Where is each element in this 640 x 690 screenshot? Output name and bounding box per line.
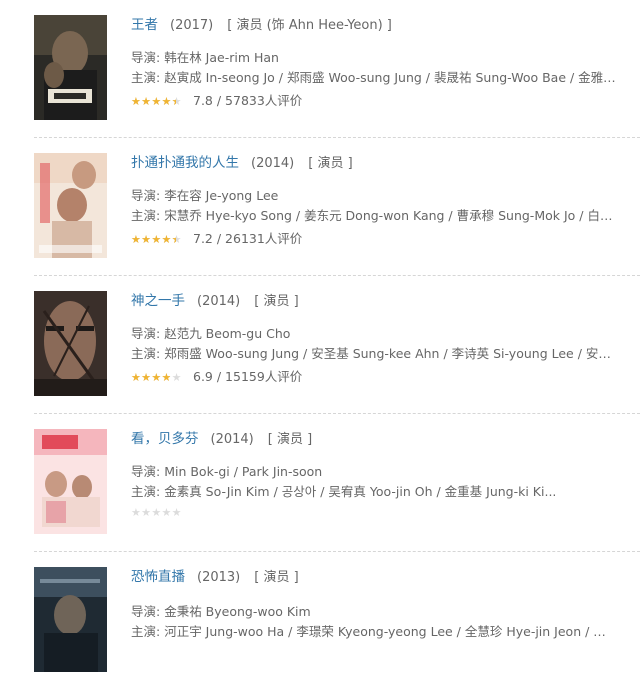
cast-value: 河正宇 Jung-woo Ha / 李璟荣 Kyeong-yeong Lee /… <box>164 624 617 639</box>
movie-year: (2013) <box>197 570 241 585</box>
director-value: 李在容 Je-yong Lee <box>164 188 279 203</box>
title-row: 扑通扑通我的人生 (2014) [ 演员 ] <box>131 155 353 172</box>
movie-year: (2014) <box>210 432 254 447</box>
role-label: [ 演员 ] <box>308 156 353 171</box>
cast-value: 郑雨盛 Woo-sung Jung / 安圣基 Sung-kee Ahn / 李… <box>164 346 617 361</box>
movie-title-link[interactable]: 王者 <box>131 17 158 33</box>
cast-value: 宋慧乔 Hye-kyo Song / 姜东元 Dong-won Kang / 曹… <box>164 208 617 223</box>
poster-image[interactable] <box>34 153 107 258</box>
cast-label: 主演: <box>131 70 161 85</box>
director-label: 导演: <box>131 326 161 341</box>
rating: ★★★★★★★★★★ 7.2 / 26131人评价 <box>131 231 302 247</box>
cast-line: 主演: 金素真 So-Jin Kim / 공상아 / 吴宥真 Yoo-jin O… <box>131 484 617 500</box>
director-label: 导演: <box>131 50 161 65</box>
movie-title-link[interactable]: 看，贝多芬 <box>131 431 199 447</box>
role-label: [ 演员 ] <box>254 294 299 309</box>
rating: ★★★★★★★★★★ 6.9 / 15159人评价 <box>131 369 302 385</box>
rating-stars-icon: ★★★★★★★★★★ <box>131 95 182 107</box>
role-label: [ 演员 ] <box>267 432 313 447</box>
cast-label: 主演: <box>131 208 161 223</box>
director-label: 导演: <box>131 464 161 479</box>
movie-title-link[interactable]: 神之一手 <box>131 293 185 309</box>
poster-image[interactable] <box>34 15 107 120</box>
cast-line: 主演: 郑雨盛 Woo-sung Jung / 安圣基 Sung-kee Ahn… <box>131 346 617 362</box>
role-label: [ 演员 ] <box>254 570 299 585</box>
movie-year: (2014) <box>251 156 295 171</box>
director-value: 韩在林 Jae-rim Han <box>164 50 279 65</box>
cast-value: 金素真 So-Jin Kim / 공상아 / 吴宥真 Yoo-jin Oh / … <box>164 484 557 499</box>
rating-stars-icon: ★★★★★★★★★★ <box>131 233 182 245</box>
rating-text: 7.2 / 26131人评价 <box>193 231 303 246</box>
director-line: 导演: 韩在林 Jae-rim Han <box>131 50 617 66</box>
director-value: 金秉祐 Byeong-woo Kim <box>164 604 311 619</box>
rating-text: 7.8 / 57833人评价 <box>193 93 303 108</box>
rating-text: 6.9 / 15159人评价 <box>193 369 303 384</box>
title-row: 看，贝多芬 (2014) [ 演员 ] <box>131 431 312 448</box>
director-value: Min Bok-gi / Park Jin-soon <box>164 464 323 479</box>
role-label: [ 演员 (饰 Ahn Hee-Yeon) ] <box>227 18 392 33</box>
list-item: 神之一手 (2014) [ 演员 ] 导演: 赵范九 Beom-gu Cho 主演:… <box>0 276 640 414</box>
director-line: 导演: Min Bok-gi / Park Jin-soon <box>131 464 617 480</box>
director-label: 导演: <box>131 604 161 619</box>
list-item: 看，贝多芬 (2014) [ 演员 ] 导演: Min Bok-gi / Park … <box>0 414 640 552</box>
poster-image[interactable] <box>34 291 107 396</box>
cast-line: 主演: 赵寅成 In-seong Jo / 郑雨盛 Woo-sung Jung … <box>131 70 617 86</box>
poster-image[interactable] <box>34 567 107 672</box>
director-line: 导演: 李在容 Je-yong Lee <box>131 188 617 204</box>
title-row: 王者 (2017) [ 演员 (饰 Ahn Hee-Yeon) ] <box>131 17 392 34</box>
cast-label: 主演: <box>131 346 161 361</box>
movie-year: (2017) <box>170 18 214 33</box>
list-item: 王者 (2017) [ 演员 (饰 Ahn Hee-Yeon) ] 导演: 韩在林 … <box>0 0 640 138</box>
movie-title-link[interactable]: 扑通扑通我的人生 <box>131 155 239 171</box>
cast-label: 主演: <box>131 484 161 499</box>
list-item: 扑通扑通我的人生 (2014) [ 演员 ] 导演: 李在容 Je-yong Lee… <box>0 138 640 276</box>
cast-label: 主演: <box>131 624 161 639</box>
director-line: 导演: 金秉祐 Byeong-woo Kim <box>131 604 617 620</box>
movie-title-link[interactable]: 恐怖直播 <box>131 569 185 585</box>
poster-image[interactable] <box>34 429 107 534</box>
title-row: 神之一手 (2014) [ 演员 ] <box>131 293 299 310</box>
director-line: 导演: 赵范九 Beom-gu Cho <box>131 326 617 342</box>
list-item: 恐怖直播 (2013)[ 演员 ] 导演: 金秉祐 Byeong-woo Kim … <box>0 552 640 690</box>
cast-line: 主演: 宋慧乔 Hye-kyo Song / 姜东元 Dong-won Kang… <box>131 208 617 224</box>
rating-stars-icon: ★★★★★★★★★★ <box>131 507 182 518</box>
title-row: 恐怖直播 (2013) [ 演员 ] <box>131 569 299 586</box>
rating: ★★★★★★★★★★ 7.8 / 57833人评价 <box>131 93 302 109</box>
cast-line: 主演: 河正宇 Jung-woo Ha / 李璟荣 Kyeong-yeong L… <box>131 624 617 640</box>
movie-year: (2014) <box>197 294 241 309</box>
director-label: 导演: <box>131 188 161 203</box>
cast-value: 赵寅成 In-seong Jo / 郑雨盛 Woo-sung Jung / 裴晟… <box>164 70 617 85</box>
rating: ★★★★★★★★★★ <box>131 507 193 518</box>
rating-stars-icon: ★★★★★★★★★★ <box>131 371 182 383</box>
director-value: 赵范九 Beom-gu Cho <box>164 326 291 341</box>
